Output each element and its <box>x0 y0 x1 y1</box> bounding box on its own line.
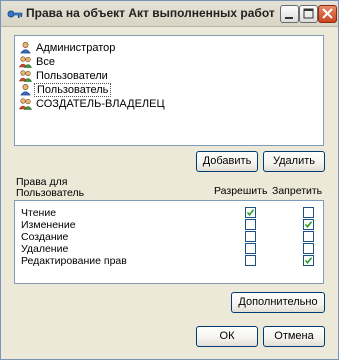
close-button[interactable] <box>318 5 337 23</box>
minimize-button[interactable] <box>280 5 299 23</box>
permission-row: Чтение <box>21 207 321 219</box>
allow-checkbox[interactable] <box>245 231 256 242</box>
permission-name: Изменение <box>21 219 76 231</box>
principal-name: Все <box>36 56 55 68</box>
group-icon <box>19 98 32 110</box>
group-icon <box>19 56 32 68</box>
title-bar[interactable]: Права на объект Акт выполненных работ <box>1 1 338 27</box>
check-icon <box>246 209 255 217</box>
permissions-header-principal: Пользователь <box>16 187 85 199</box>
add-button[interactable]: Добавить <box>196 151 258 172</box>
cancel-button[interactable]: Отмена <box>263 326 325 347</box>
remove-button[interactable]: Удалить <box>263 151 325 172</box>
deny-checkbox[interactable] <box>303 255 314 266</box>
check-icon <box>304 221 313 229</box>
deny-checkbox[interactable] <box>303 207 314 218</box>
group-icon <box>19 70 32 82</box>
key-icon <box>7 10 23 18</box>
check-icon <box>304 257 313 265</box>
user-icon <box>20 42 31 54</box>
principal-name: Пользователь <box>34 83 112 97</box>
allow-checkbox[interactable] <box>245 219 256 230</box>
permission-name: Удаление <box>21 243 69 255</box>
principal-name: СОЗДАТЕЛЬ-ВЛАДЕЛЕЦ <box>36 98 165 110</box>
permission-row: Редактирование прав <box>21 255 321 267</box>
window-title: Права на объект Акт выполненных работ <box>26 6 275 20</box>
permission-name: Редактирование прав <box>21 255 127 267</box>
maximize-button[interactable] <box>299 5 318 23</box>
permission-row: Удаление <box>21 243 321 255</box>
allow-checkbox[interactable] <box>245 243 256 254</box>
principals-list[interactable]: Администратор Все Пользователи Пользоват… <box>14 35 324 146</box>
allow-checkbox[interactable] <box>245 207 256 218</box>
permission-row: Изменение <box>21 219 321 231</box>
maximize-icon <box>303 8 314 19</box>
ok-button[interactable]: ОК <box>196 326 258 347</box>
permission-name: Чтение <box>21 207 57 219</box>
allow-checkbox[interactable] <box>245 255 256 266</box>
allow-column-header: Разрешить <box>214 185 268 197</box>
minimize-icon <box>285 17 293 19</box>
principal-name: Пользователи <box>36 70 108 82</box>
deny-checkbox[interactable] <box>303 243 314 254</box>
permissions-list: Чтение Изменение Создание Удаление Редак… <box>14 200 324 284</box>
permissions-header: Права для Пользователь <box>16 177 136 199</box>
deny-column-header: Запретить <box>272 185 323 197</box>
deny-checkbox[interactable] <box>303 219 314 230</box>
principal-name: Администратор <box>36 42 116 54</box>
deny-checkbox[interactable] <box>303 231 314 242</box>
permissions-dialog: Права на объект Акт выполненных работ Ад… <box>0 0 339 360</box>
user-icon <box>20 84 31 96</box>
advanced-button[interactable]: Дополнительно <box>231 292 325 313</box>
close-icon <box>322 8 333 19</box>
permission-row: Создание <box>21 231 321 243</box>
permission-name: Создание <box>21 231 69 243</box>
